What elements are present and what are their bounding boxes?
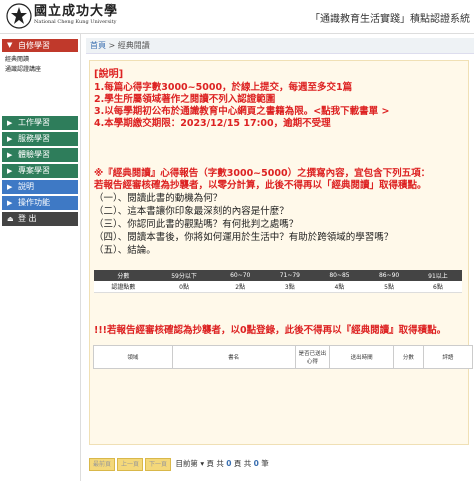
sidebar-item-label: 自修學習 <box>18 41 50 50</box>
rule-item: 1.每篇心得字數3000~5000，於線上提交，每週至多交1篇 <box>94 82 353 93</box>
sidebar: ▼ 自修學習 經典閱讀 通識認證講座 ▶ 工作學習 ▶ 服務學習 ▶ 體驗學習 … <box>0 34 81 481</box>
requirement-line: 若報告經審核確為抄襲者，以零分計算，此後不得再以「經典閱讀」取得積點。 <box>94 180 427 191</box>
table-cell: 4點 <box>314 281 365 293</box>
pages-suffix: 頁 共 <box>233 459 252 468</box>
instructions-panel: [說明] 1.每篇心得字數3000~5000，於線上提交，每週至多交1篇 2.學… <box>89 60 474 445</box>
sidebar-item-experience-study[interactable]: ▶ 體驗學習 <box>2 148 78 162</box>
question-item: （四）、閱讀本書後，你將如何運用於生活中？有助於跨領域的學習嗎？ <box>94 232 394 243</box>
column-header-submitted[interactable]: 是否已送出心得 <box>294 345 331 369</box>
chevron-down-icon: ▼ <box>7 41 13 49</box>
score-table-header: 分數 59分以下 60~70 71~79 80~85 86~90 91以上 <box>94 270 462 281</box>
chevron-right-icon: ▶ <box>7 183 13 191</box>
sidebar-item-label: 操作功能 <box>18 198 50 207</box>
sidebar-item-work-study[interactable]: ▶ 工作學習 <box>2 116 78 130</box>
chevron-right-icon: ▶ <box>7 135 13 143</box>
table-cell: 認證點數 <box>94 281 153 293</box>
university-logo[interactable]: 國立成功大學 National Cheng Kung University <box>34 4 118 26</box>
next-page-button[interactable]: 下一頁 <box>145 457 172 471</box>
table-cell: 3點 <box>265 281 315 293</box>
system-title: 「通識教育生活實踐」積點認證系統 <box>310 14 470 25</box>
report-requirements: ※『經典閱讀』心得報告（字數3000~5000）之撰寫內容，宜包含下列五項： 若… <box>94 168 430 257</box>
first-page-button[interactable]: 最前頁 <box>89 457 116 471</box>
total-pages: 0 <box>226 459 232 468</box>
sidebar-subitem-lecture[interactable]: 通識認證講座 <box>2 65 78 75</box>
table-header-cell: 86~90 <box>364 270 414 281</box>
table-row: 認證點數 0點 2點 3點 4點 5點 6點 <box>94 281 462 293</box>
column-header-comment[interactable]: 評語 <box>422 345 474 369</box>
page-label: 頁 <box>206 459 214 468</box>
breadcrumb: 首頁 > 經典閱讀 <box>86 38 474 54</box>
table-header-cell: 80~85 <box>314 270 365 281</box>
submission-table: 領域 書名 是否已送出心得 送出時間 分數 評語 <box>93 345 474 369</box>
sidebar-item-label: 工作學習 <box>18 118 50 127</box>
sidebar-item-project-study[interactable]: ▶ 專案學習 <box>2 164 78 178</box>
sidebar-item-label: 專案學習 <box>18 166 50 175</box>
table-cell: 6點 <box>413 281 462 293</box>
logout-icon: ⏏ <box>7 215 14 223</box>
table-cell: 0點 <box>152 281 216 293</box>
table-header-cell: 59分以下 <box>152 270 216 281</box>
chevron-right-icon: ▶ <box>7 167 13 175</box>
instructions-title: [說明] <box>94 69 124 80</box>
table-header-cell: 91以上 <box>413 270 462 281</box>
column-header-domain[interactable]: 領域 <box>93 345 173 369</box>
column-header-submit-time[interactable]: 送出時間 <box>329 345 395 369</box>
breadcrumb-separator: > <box>106 41 118 50</box>
goto-label: 目前第 <box>175 459 198 468</box>
header: 國立成功大學 National Cheng Kung University 「通… <box>0 0 474 34</box>
column-header-book-title[interactable]: 書名 <box>171 345 296 369</box>
question-item: （五）、結論。 <box>94 245 156 256</box>
column-header-score[interactable]: 分數 <box>393 345 424 369</box>
table-header-cell: 60~70 <box>215 270 266 281</box>
plagiarism-warning: !!!若報告經審核確認為抄襲者，以0點登錄，此後不得再以『經典閱讀』取得積點。 <box>94 325 447 336</box>
logo-chinese-name: 國立成功大學 <box>34 4 119 19</box>
pagination: 最前頁 上一頁 下一頁 目前第 ▾ 頁 共 0 頁 共 0 筆 <box>89 457 269 471</box>
page-select[interactable]: ▾ <box>200 459 204 468</box>
rule-item: 2.學生所屬領域著作之閱讀不列入認證範圍 <box>94 94 276 105</box>
table-header-cell: 71~79 <box>265 270 315 281</box>
sidebar-item-label: 服務學習 <box>18 134 50 143</box>
logout-label: 登 出 <box>18 214 37 223</box>
records-suffix: 筆 <box>261 459 269 468</box>
logo-english-name: National Cheng Kung University <box>34 19 117 25</box>
question-item: （三）、你認同此書的觀點嗎？有何批判之處嗎？ <box>94 219 299 230</box>
table-header-row: 領域 書名 是否已送出心得 送出時間 分數 評語 <box>93 345 474 369</box>
prev-page-button[interactable]: 上一頁 <box>117 457 144 471</box>
question-item: （二）、這本書讓你印象最深刻的內容是什麼？ <box>94 206 289 217</box>
chevron-right-icon: ▶ <box>7 151 13 159</box>
chevron-right-icon: ▶ <box>7 119 13 127</box>
total-prefix: 共 <box>216 459 224 468</box>
sidebar-subitem-classic-reading[interactable]: 經典閱讀 <box>2 55 78 65</box>
breadcrumb-current: 經典閱讀 <box>117 41 150 50</box>
main-content: 首頁 > 經典閱讀 [說明] 1.每篇心得字數3000~5000，於線上提交，每… <box>86 38 474 481</box>
sidebar-item-instructions[interactable]: ▶ 說明 <box>2 180 78 194</box>
table-cell: 5點 <box>364 281 414 293</box>
rule-item-booklist-link[interactable]: 3.以每學期初公布於通識教育中心網頁之書籍為限。<點我下載書單 > <box>94 106 389 118</box>
sidebar-item-service-study[interactable]: ▶ 服務學習 <box>2 132 78 146</box>
sidebar-item-label: 說明 <box>18 182 34 191</box>
sidebar-item-functions[interactable]: ▶ 操作功能 <box>2 196 78 210</box>
sidebar-item-self-study[interactable]: ▼ 自修學習 <box>2 39 78 52</box>
sidebar-item-label: 體驗學習 <box>18 150 50 159</box>
question-item: （一）、閱讀此書的動機為何？ <box>94 193 223 204</box>
table-header-cell: 分數 <box>94 270 153 281</box>
rules-list: 1.每篇心得字數3000~5000，於線上提交，每週至多交1篇 2.學生所屬領域… <box>94 82 389 130</box>
breadcrumb-home-link[interactable]: 首頁 <box>90 41 106 50</box>
requirement-line: ※『經典閱讀』心得報告（字數3000~5000）之撰寫內容，宜包含下列五項： <box>94 168 431 179</box>
logout-button[interactable]: ⏏ 登 出 <box>2 212 78 226</box>
university-seal-icon[interactable] <box>6 3 32 29</box>
score-table: 分數 59分以下 60~70 71~79 80~85 86~90 91以上 認證… <box>94 270 462 293</box>
total-records: 0 <box>253 459 259 468</box>
table-cell: 2點 <box>215 281 266 293</box>
chevron-right-icon: ▶ <box>7 199 13 207</box>
rule-item: 4.本學期繳交期限：2023/12/15 17:00，逾期不受理 <box>94 118 331 129</box>
